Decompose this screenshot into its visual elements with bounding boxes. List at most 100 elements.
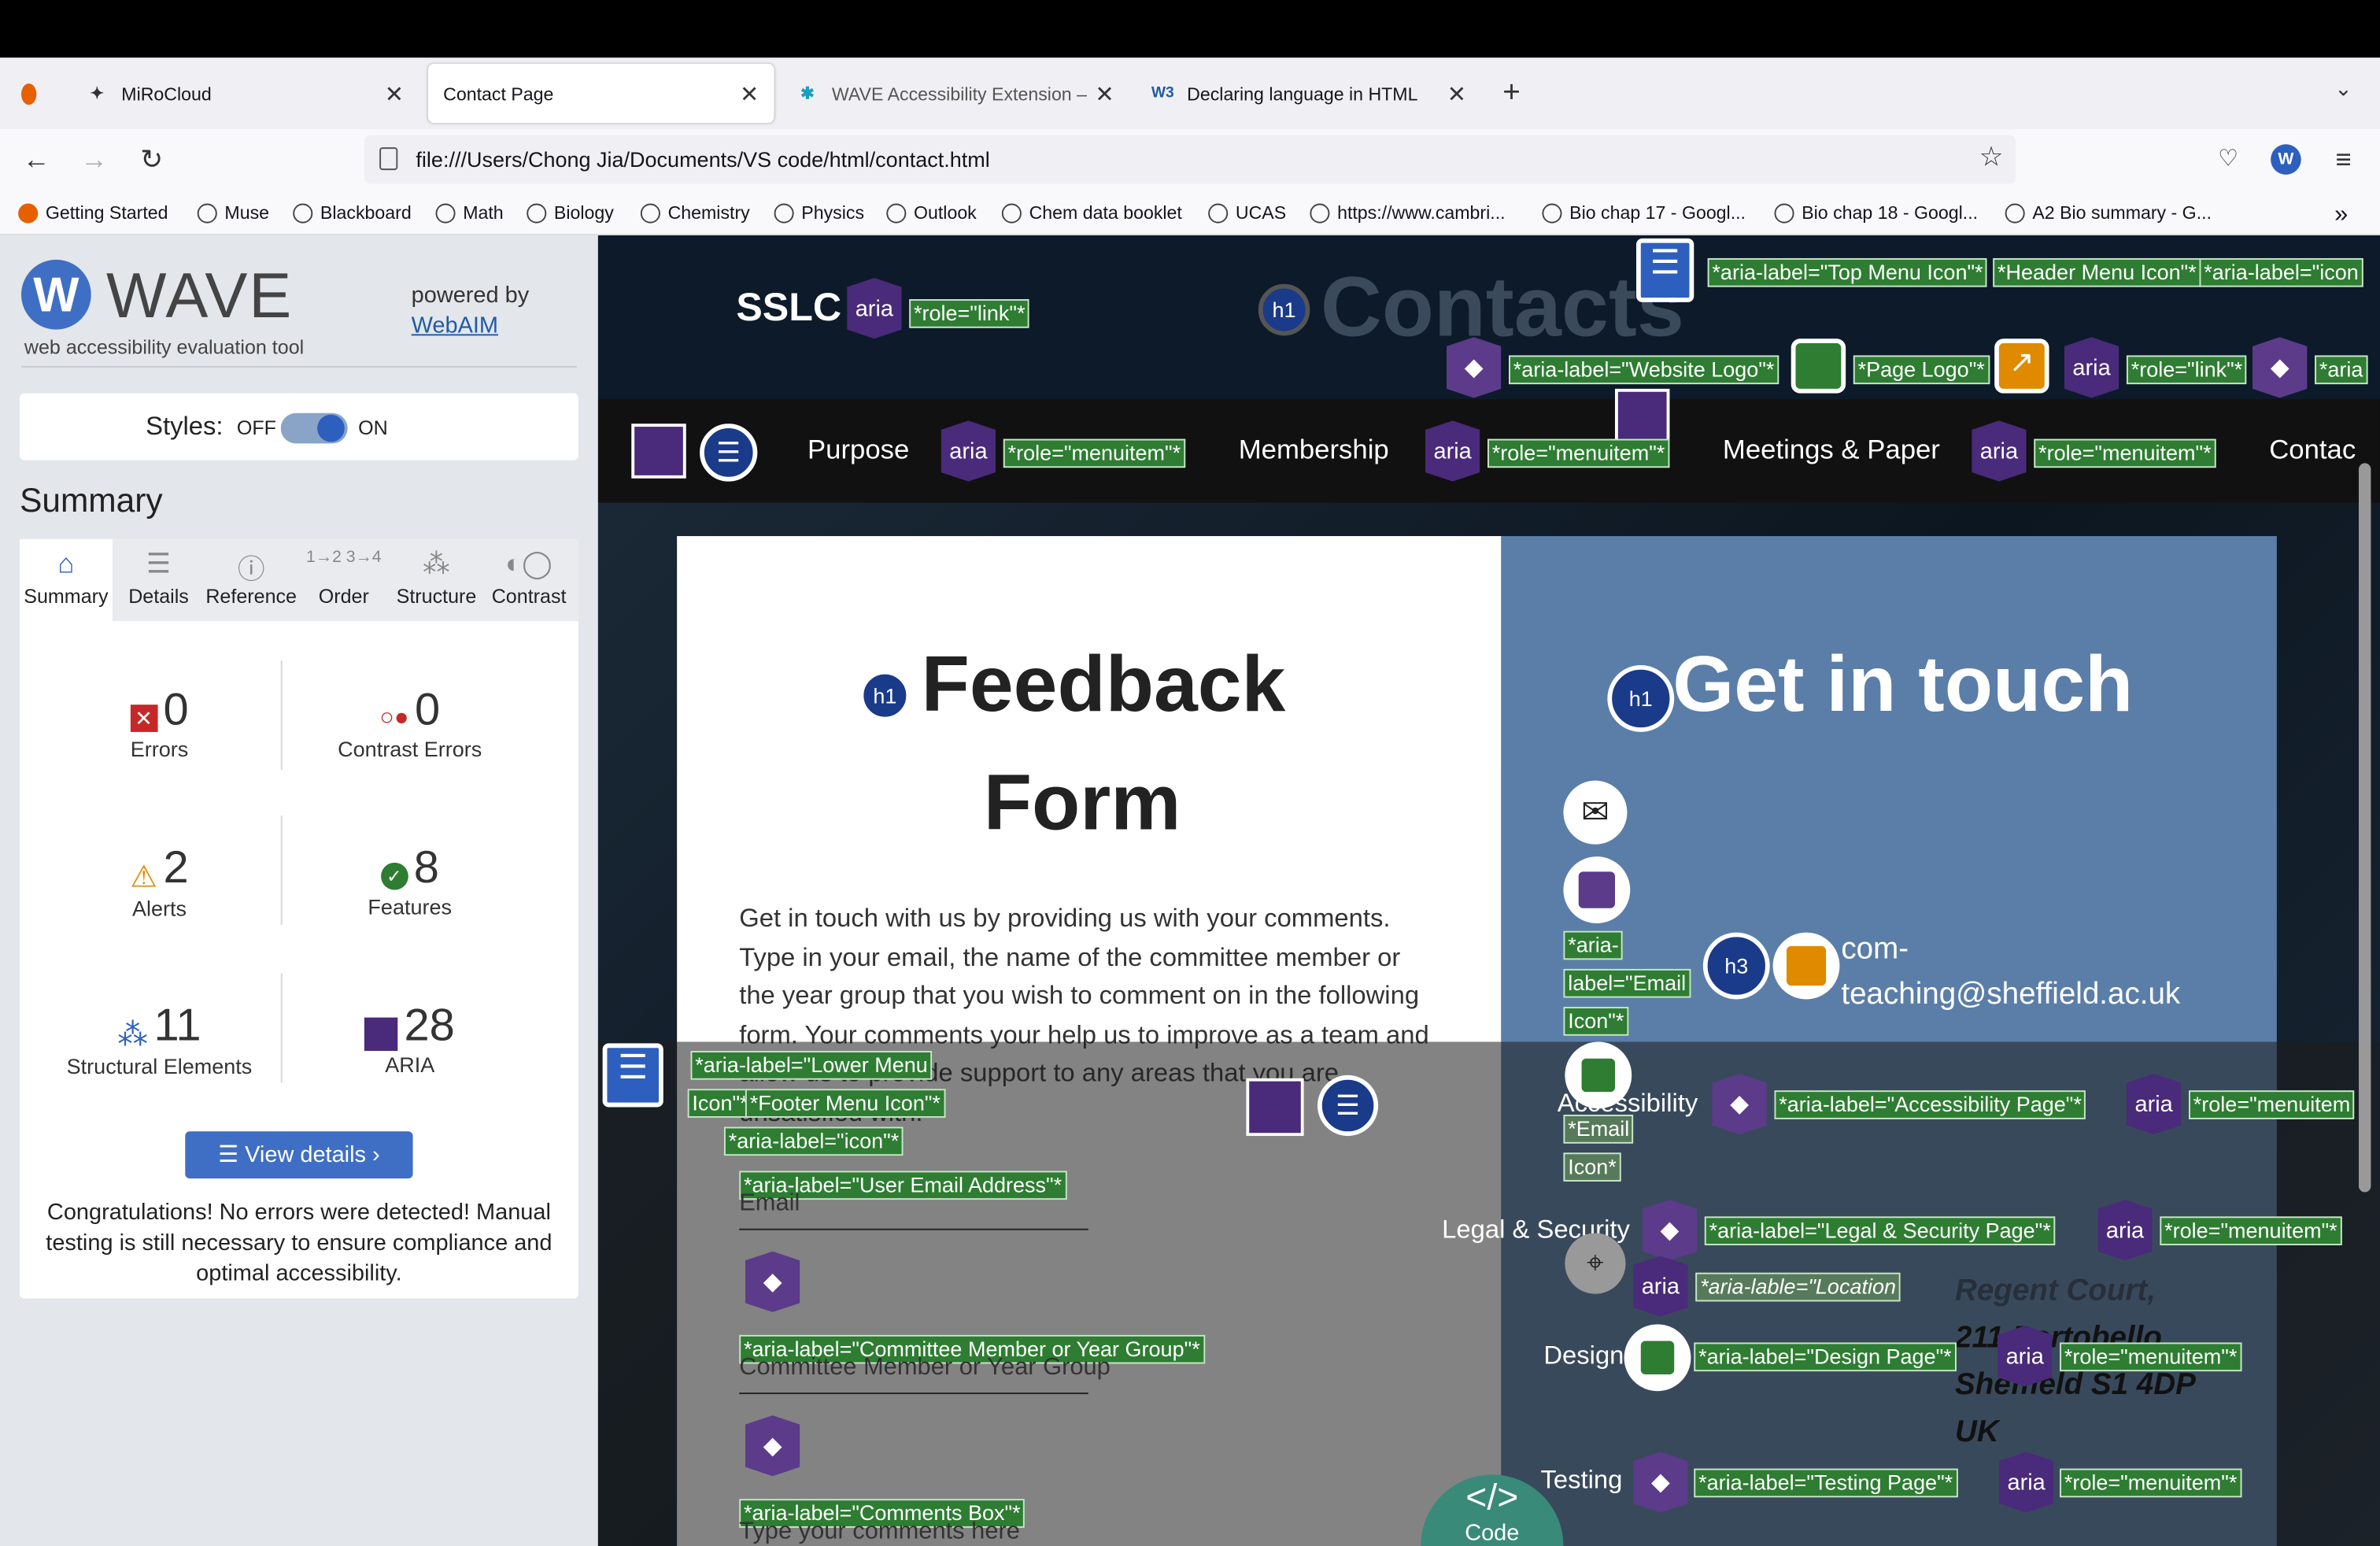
committee-input[interactable]: Committee Member or Year Group [739,1355,1111,1382]
bookmark-item[interactable]: Biology [527,202,614,224]
bookmark-item[interactable]: https://www.cambri... [1310,202,1506,224]
brand-logo[interactable]: SSLC [736,284,841,331]
aria-icon: aria [1998,1326,2053,1387]
globe-icon [197,202,217,223]
file-icon [379,147,398,171]
close-icon[interactable]: ✕ [1447,80,1466,108]
email-line-2[interactable]: teaching@sheffield.ac.uk [1841,978,2180,1012]
scrollbar-thumb[interactable] [2358,463,2371,1193]
reload-icon[interactable]: ↻ [134,144,170,176]
bookmark-label: Muse [224,202,270,224]
feedback-title-2: Form [983,759,1181,848]
bookmark-item[interactable]: UCAS [1208,202,1286,224]
code-toggle-button[interactable]: </> Code [1421,1474,1564,1546]
globe-icon [886,202,907,223]
tag-icon [1563,856,1631,923]
nav-contact[interactable]: Contac [2269,435,2356,467]
firefox-menu-tab[interactable] [6,64,64,123]
bookmark-item[interactable]: Muse [197,202,270,224]
tab-label: Declaring language in HTML [1187,83,1418,105]
structure-icon: ⁂ [423,548,450,579]
url-bar[interactable]: file:///Users/Chong Jia/Documents/VS cod… [364,135,2016,184]
view-details-button[interactable]: ☰ View details › [185,1131,413,1179]
bookmark-item[interactable]: Outlook [886,202,977,224]
bookmark-item[interactable]: A2 Bio summary - G... [2005,202,2212,224]
comments-input[interactable]: Type your comments here [739,1518,1020,1546]
features-stat[interactable]: ✓ 8 Features [301,843,519,919]
tab-contact-page[interactable]: Contact Page ✕ [427,64,774,124]
tab-structure[interactable]: ⁂ Structure [390,539,483,621]
tag-icon: ◆ [1633,1452,1688,1513]
aria-stat[interactable]: 28 ARIA [301,1000,519,1077]
styles-off-label: OFF [236,416,276,439]
structural-stat[interactable]: ⁂ 11 Structural Elements [50,1000,269,1078]
h1-badge-icon: h1 [859,669,911,722]
code-icon: </> [1465,1478,1519,1519]
bookmark-label: A2 Bio summary - G... [2032,202,2212,224]
star-icon[interactable]: ☆ [1979,141,2004,173]
bookmark-item[interactable]: Chemistry [640,202,750,224]
wave-logo-text: WAVE [106,259,294,331]
hamburger-menu-icon[interactable]: ≡ [2326,144,2362,176]
w3-icon: W3 [1151,85,1174,102]
menu-button-icon[interactable] [631,423,686,479]
alert-link-icon: ↗ [1994,338,2049,394]
bookmark-item[interactable]: Getting Started [18,202,168,224]
more-bookmarks-icon[interactable]: » [2334,202,2348,230]
close-icon[interactable]: ✕ [740,80,759,108]
new-tab-icon[interactable]: + [1502,76,1521,110]
nav-membership[interactable]: Membership [1239,435,1389,467]
h3-badge-icon: h3 [1702,932,1770,1000]
image-icon [1624,1324,1691,1392]
bookmark-item[interactable]: Chem data booklet [1001,202,1182,224]
bookmark-label: Chem data booklet [1029,202,1182,224]
tab-wave-extension[interactable]: ✱ WAVE Accessibility Extension – ✕ [780,64,1129,123]
bookmark-item[interactable]: Blackboard [293,202,412,224]
email-line-1[interactable]: com- [1841,933,1909,967]
committee-underline [739,1393,1088,1395]
wave-label: *aria-label="Design Page"* [1694,1342,1957,1372]
bookmarks-bar: Getting Started Muse Blackboard Math Bio… [0,193,2380,236]
footer-design[interactable]: Design [1543,1341,1624,1372]
h1-badge-icon: h1 [1607,665,1675,732]
bookmark-label: Bio chap 18 - Googl... [1802,202,1979,224]
tab-summary[interactable]: ⌂ Summary [20,538,113,622]
nav-purpose[interactable]: Purpose [808,435,909,467]
contrast-error-icon: ○● [379,705,409,731]
email-input[interactable]: Email [739,1191,800,1219]
close-icon[interactable]: ✕ [385,80,404,108]
styles-toggle[interactable] [280,412,348,444]
globe-icon [640,202,660,223]
error-icon: ✕ [130,705,157,733]
chevron-down-icon[interactable]: ⌄ [2334,76,2352,102]
globe-icon [1774,202,1794,223]
bookmark-label: UCAS [1235,202,1287,224]
pocket-icon[interactable]: ♡ [2210,144,2246,172]
tab-mirocloud[interactable]: ✦ MiRoCloud ✕ [70,64,419,123]
menu-button-icon[interactable] [1246,1078,1304,1137]
bookmark-item[interactable]: Math [435,202,504,224]
order-icon: 1→2 3→4 [306,548,382,567]
aria-icon: aria [1972,420,2027,482]
tab-order[interactable]: 1→2 3→4 Order [298,539,390,621]
bookmark-item[interactable]: Physics [774,202,864,224]
back-icon[interactable]: ← [18,144,54,176]
tab-details[interactable]: ☰ Details [113,539,205,621]
tab-contrast[interactable]: ◐◯ Contrast [482,539,575,621]
wave-extension-icon[interactable]: W [2271,144,2301,175]
close-icon[interactable]: ✕ [1095,80,1114,108]
menu-button-icon[interactable] [1615,388,1670,444]
alert-icon: ⚠ [130,860,157,894]
tab-strip: ✦ MiRoCloud ✕ Contact Page ✕ ✱ WAVE Acce… [0,57,2380,129]
webaim-link[interactable]: WebAIM [412,313,498,338]
tab-reference[interactable]: ⓘ Reference [205,539,298,621]
contrast-errors-stat[interactable]: ○● 0 Contrast Errors [301,685,519,760]
tab-declaring-language[interactable]: W3 Declaring language in HTML ✕ [1136,64,1482,123]
alerts-stat[interactable]: ⚠ 2 Alerts [50,843,269,920]
forward-icon[interactable]: → [76,144,112,176]
errors-stat[interactable]: ✕ 0 Errors [50,685,269,761]
nav-meetings[interactable]: Meetings & Paper [1723,435,1940,467]
aria-count: 28 [404,1000,455,1052]
bookmark-item[interactable]: Bio chap 18 - Googl... [1774,202,1979,224]
bookmark-item[interactable]: Bio chap 17 - Googl... [1542,202,1746,224]
